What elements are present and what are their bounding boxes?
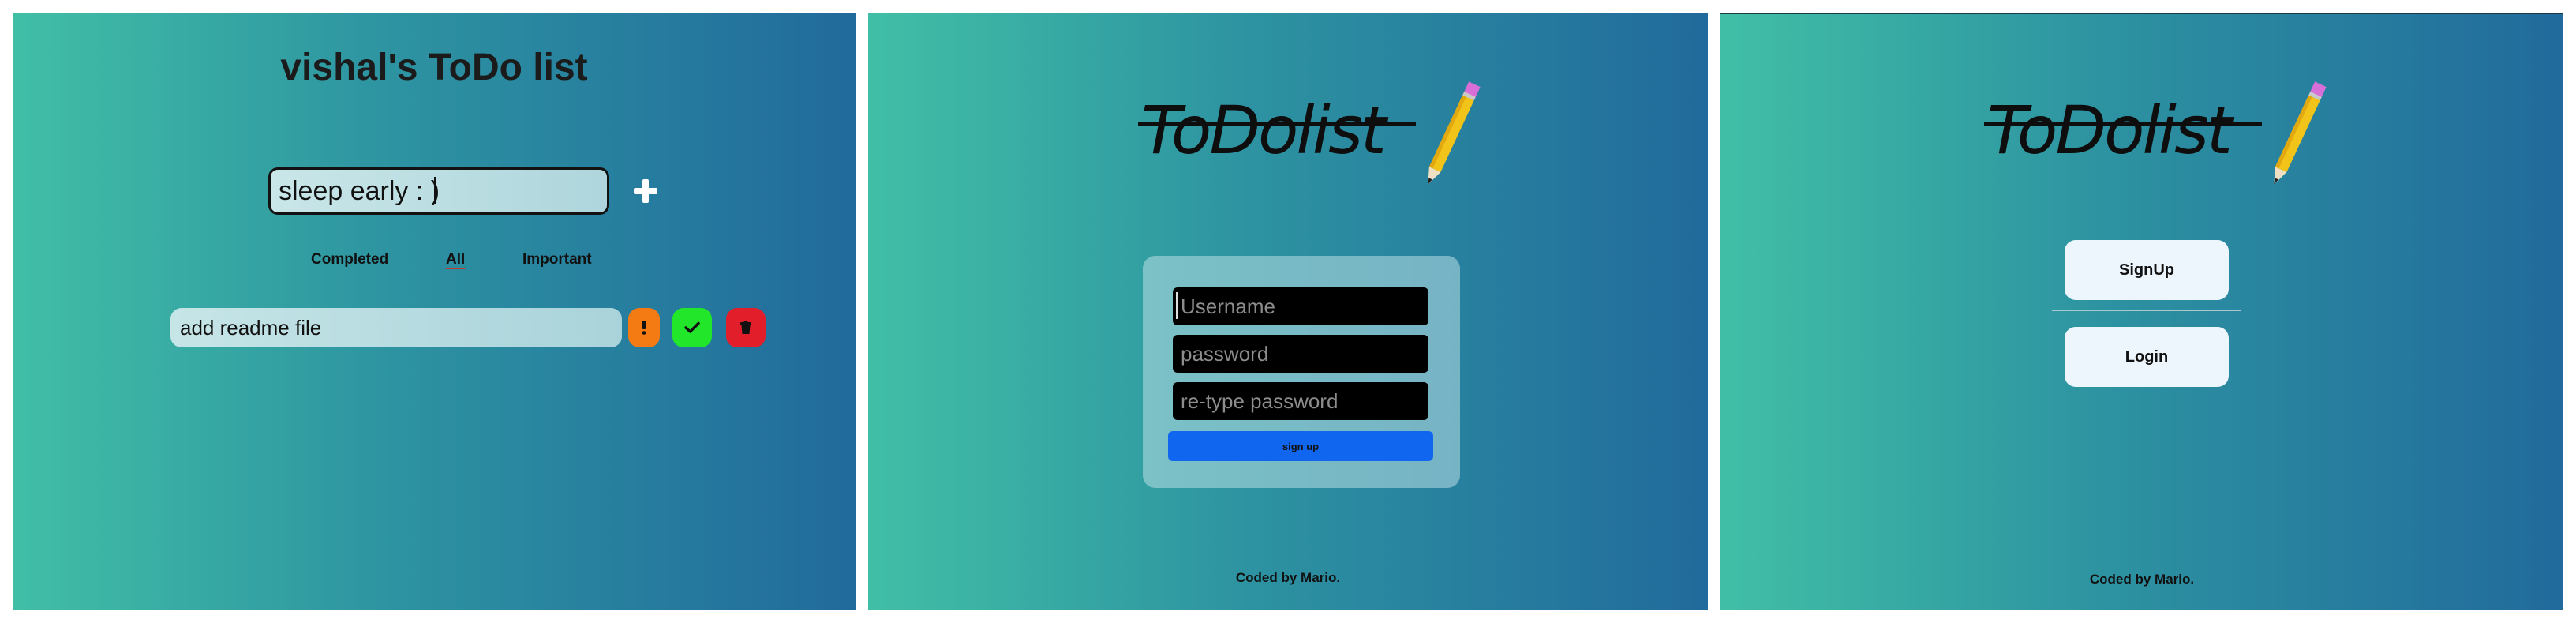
tab-completed[interactable]: Completed	[311, 251, 388, 268]
retype-password-field[interactable]	[1173, 382, 1428, 420]
text-caret	[1176, 292, 1178, 319]
check-icon	[684, 321, 700, 333]
pencil-icon	[1428, 81, 1481, 185]
landing-panel: ToDolist SignUp Login Coded by Mario.	[1720, 13, 2563, 610]
logo-text: ToDolist	[1987, 92, 2233, 169]
signup-panel: ToDolist sign up Coded by Mario.	[868, 13, 1708, 610]
task-text[interactable]: add readme file	[170, 308, 622, 347]
page-title: vishal's ToDo list	[280, 47, 588, 88]
tab-important[interactable]: Important	[522, 251, 592, 268]
footer-credit: Coded by Mario.	[2089, 572, 2195, 587]
divider	[2052, 310, 2241, 311]
username-field[interactable]	[1173, 287, 1428, 325]
signup-button[interactable]: SignUp	[2065, 240, 2229, 300]
add-todo-button[interactable]	[628, 174, 663, 208]
new-todo-input[interactable]	[268, 167, 609, 215]
delete-task-button[interactable]	[726, 308, 766, 347]
signup-form: sign up	[1143, 256, 1460, 488]
trash-icon	[740, 321, 751, 334]
text-caret	[434, 177, 436, 204]
logo-strikethrough	[1984, 122, 2262, 126]
login-button[interactable]: Login	[2065, 327, 2229, 387]
mark-important-button[interactable]	[628, 308, 660, 347]
filter-tabs: Completed All Important	[13, 251, 856, 275]
logo-text: ToDolist	[1141, 92, 1387, 169]
pencil-icon	[2274, 81, 2327, 185]
plus-icon	[634, 179, 657, 203]
tab-all[interactable]: All	[446, 251, 465, 268]
logo-strikethrough	[1138, 122, 1416, 126]
exclamation-icon	[642, 321, 646, 335]
todo-app-panel: vishal's ToDo list Completed All Importa…	[13, 13, 856, 610]
footer-credit: Coded by Mario.	[1235, 570, 1341, 585]
mark-complete-button[interactable]	[672, 308, 712, 347]
sign-up-button[interactable]: sign up	[1168, 431, 1433, 461]
list-item: add readme file	[13, 308, 856, 349]
password-field[interactable]	[1173, 335, 1428, 373]
